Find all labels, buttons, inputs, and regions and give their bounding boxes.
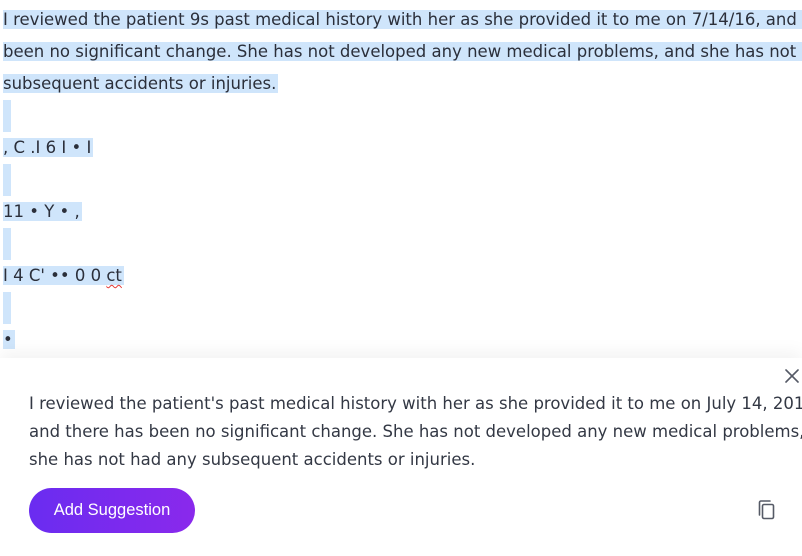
bullet-text: • bbox=[3, 330, 15, 349]
misspelled-word[interactable]: ct bbox=[106, 266, 122, 285]
paragraph-line: I reviewed the patient 9s past medical h… bbox=[3, 4, 802, 36]
garbled-text: , C .I 6 I • I bbox=[3, 138, 94, 157]
empty-line-selection bbox=[3, 100, 11, 132]
add-suggestion-button[interactable]: Add Suggestion bbox=[29, 488, 195, 533]
bullet-line: • bbox=[3, 324, 15, 356]
suggestion-line: and there has been no significant change… bbox=[29, 422, 802, 441]
document-editor[interactable]: I reviewed the patient 9s past medical h… bbox=[0, 0, 802, 360]
garbled-text-main: I 4 C' •• 0 0 bbox=[3, 266, 107, 285]
empty-line-selection bbox=[3, 292, 11, 324]
empty-line-selection bbox=[3, 164, 11, 196]
suggestion-panel: I reviewed the patient's past medical hi… bbox=[0, 358, 802, 556]
close-icon[interactable] bbox=[782, 366, 802, 386]
copy-icon[interactable] bbox=[757, 499, 777, 521]
garbled-text: I 4 C' •• 0 0 ct bbox=[3, 266, 124, 285]
suggestion-line: she has not had any subsequent accidents… bbox=[29, 450, 476, 469]
paragraph-line: subsequent accidents or injuries. bbox=[3, 68, 279, 100]
paragraph-line-text: been no significant change. She has not … bbox=[3, 42, 802, 61]
suggestion-text: I reviewed the patient's past medical hi… bbox=[29, 390, 802, 474]
paragraph-line: been no significant change. She has not … bbox=[3, 36, 802, 68]
garbled-line: I 4 C' •• 0 0 ct bbox=[3, 260, 124, 292]
empty-line-selection bbox=[3, 228, 11, 260]
paragraph-line-text: subsequent accidents or injuries. bbox=[3, 74, 279, 93]
garbled-line: , C .I 6 I • I bbox=[3, 132, 94, 164]
paragraph-line-text: I reviewed the patient 9s past medical h… bbox=[3, 10, 802, 29]
garbled-line: 11 • Y • , bbox=[3, 196, 82, 228]
garbled-text: 11 • Y • , bbox=[3, 202, 82, 221]
suggestion-line: I reviewed the patient's past medical hi… bbox=[29, 394, 802, 413]
